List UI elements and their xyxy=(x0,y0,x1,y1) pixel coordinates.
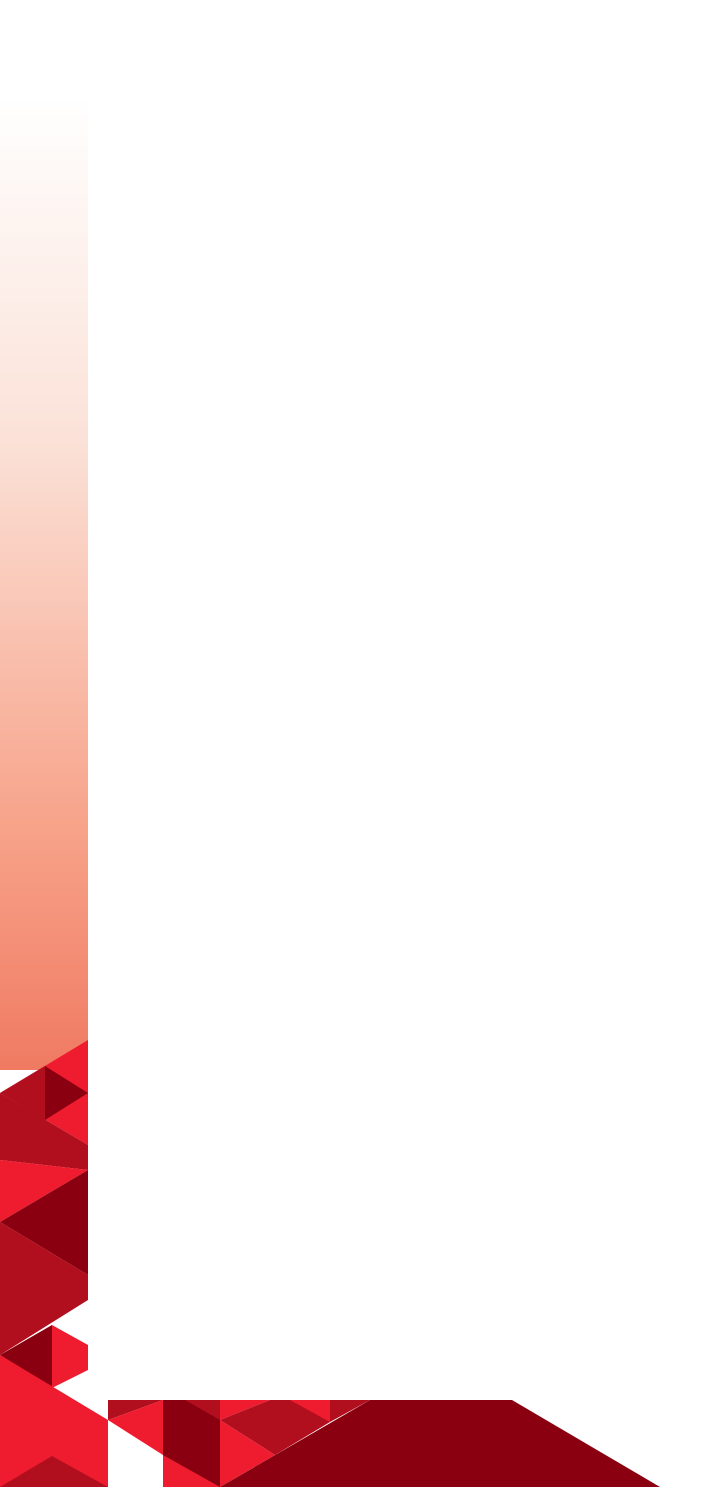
bottom-triangle-cluster xyxy=(108,1400,660,1487)
geometric-triangle-decoration xyxy=(0,1040,660,1487)
blank-slide-page xyxy=(0,0,717,1487)
left-triangle-cluster xyxy=(0,1040,108,1487)
